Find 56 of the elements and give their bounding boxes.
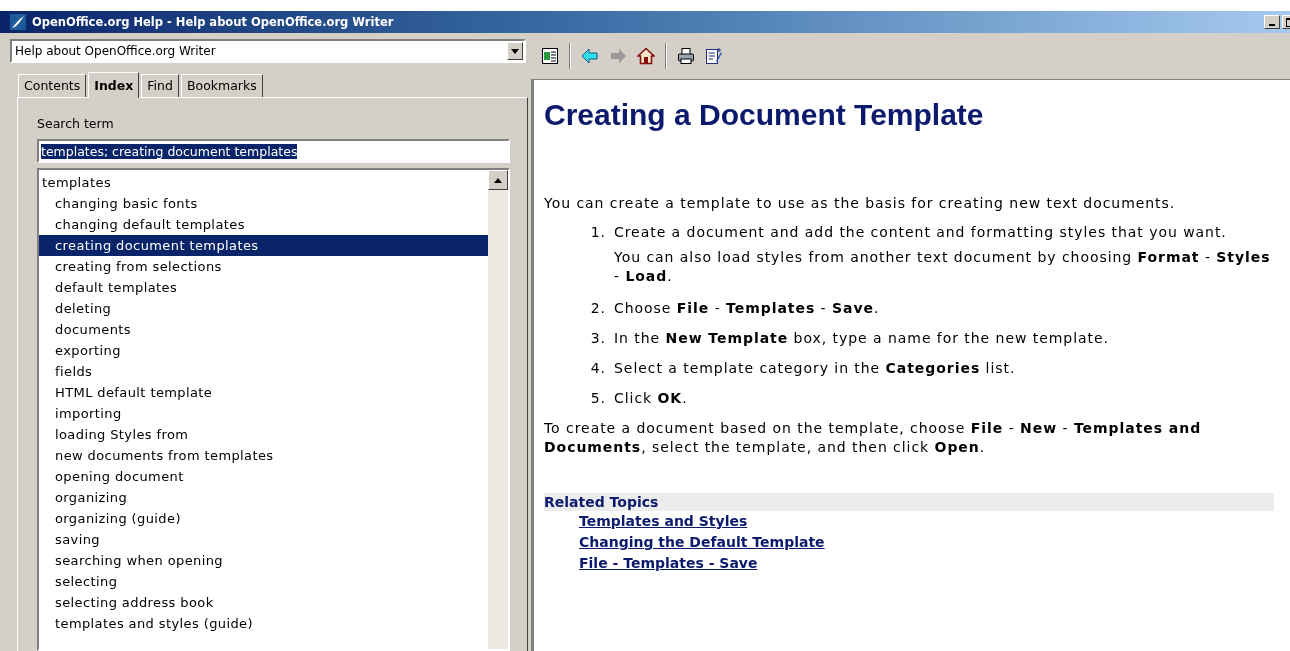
step-text: In the New Template box, type a name for the new template.	[614, 329, 1110, 348]
minimize-button[interactable]	[1264, 15, 1280, 29]
index-entry[interactable]: searching when opening	[39, 550, 488, 571]
index-entry[interactable]: selecting address book	[39, 592, 488, 613]
index-entry[interactable]: organizing	[39, 487, 488, 508]
index-entry[interactable]: saving	[39, 529, 488, 550]
index-entry[interactable]: new documents from templates	[39, 445, 488, 466]
module-dropdown[interactable]: Help about OpenOffice.org Writer	[10, 39, 526, 63]
index-entry[interactable]: templates	[39, 172, 488, 193]
step-text: Create a document and add the content and formatting styles that you want.	[614, 223, 1228, 242]
printer-icon[interactable]	[675, 45, 697, 67]
page-heading: Creating a Document Template	[544, 98, 985, 132]
add-bookmark-icon[interactable]	[703, 45, 725, 67]
index-entry[interactable]: HTML default template	[39, 382, 488, 403]
scroll-up-button[interactable]	[488, 170, 508, 190]
index-entry[interactable]: organizing (guide)	[39, 508, 488, 529]
step-note: You can also load styles from another text document by choosing Format - Styles - Load.	[614, 248, 1272, 286]
index-entry[interactable]: importing	[39, 403, 488, 424]
index-entry[interactable]: opening document	[39, 466, 488, 487]
related-topics-heading: Related Topics	[544, 493, 1274, 511]
index-entry[interactable]: changing basic fonts	[39, 193, 488, 214]
related-topic-link[interactable]: File - Templates - Save	[579, 553, 758, 574]
index-entry[interactable]: deleting	[39, 298, 488, 319]
tab[interactable]: Contents	[18, 74, 87, 97]
related-topic-link[interactable]: Changing the Default Template	[579, 532, 825, 553]
step-number: 3.	[589, 329, 607, 348]
search-term-label: Search term	[37, 116, 114, 131]
index-entry[interactable]: fields	[39, 361, 488, 382]
index-entry[interactable]: default templates	[39, 277, 488, 298]
index-toggle-icon[interactable]	[539, 45, 561, 67]
step-number: 2.	[589, 299, 607, 318]
index-entry[interactable]: selecting	[39, 571, 488, 592]
index-entry[interactable]: exporting	[39, 340, 488, 361]
step-text: Click OK.	[614, 389, 689, 408]
index-entry[interactable]: loading Styles from	[39, 424, 488, 445]
related-topic-link[interactable]: Templates and Styles	[579, 511, 748, 532]
step-text: Select a template category in the Categories list.	[614, 359, 1017, 378]
tab[interactable]: Bookmarks	[180, 74, 263, 97]
index-entry[interactable]: creating document templates	[39, 235, 488, 256]
search-field[interactable]: templates; creating document templates	[37, 139, 510, 163]
index-entry[interactable]: documents	[39, 319, 488, 340]
index-entry[interactable]: templates and styles (guide)	[39, 613, 488, 634]
index-entry[interactable]: creating from selections	[39, 256, 488, 277]
paragraph: You can create a template to use as the basis for creating new text documents.	[544, 194, 1177, 213]
seagull-logo-icon	[10, 14, 26, 30]
step-text: Choose File - Templates - Save.	[614, 299, 881, 318]
paragraph: To create a document based on the template, choose File - New - Templates and Documents, select the template, and then click Open.	[544, 419, 1203, 457]
home-icon[interactable]	[635, 45, 657, 67]
tab[interactable]: Index	[88, 72, 140, 98]
step-number: 4.	[589, 359, 607, 378]
step-number: 1.	[589, 223, 607, 242]
index-entry[interactable]: changing default templates	[39, 214, 488, 235]
window-title: OpenOffice.org Help - Help about OpenOffice.org Writer	[32, 15, 394, 29]
tab[interactable]: Find	[141, 74, 179, 97]
up-arrow-icon	[494, 177, 502, 183]
step-number: 5.	[589, 389, 607, 408]
